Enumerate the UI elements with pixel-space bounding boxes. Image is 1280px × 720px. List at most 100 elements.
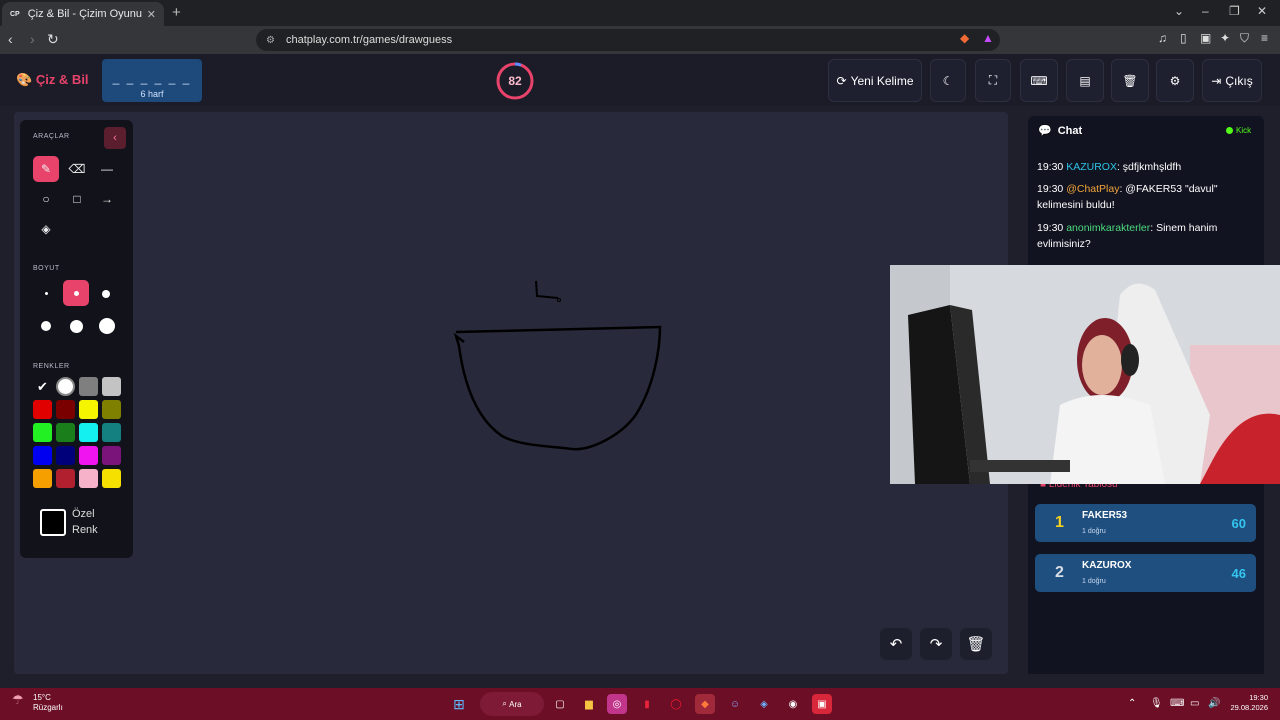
color-swatch[interactable]: ✔ xyxy=(33,377,52,396)
browser-tab[interactable]: CP Çiz & Bil - Çizim Oyunu ✕ xyxy=(2,2,164,26)
size-option-4[interactable] xyxy=(41,321,51,331)
media-icon[interactable]: ♫ xyxy=(1158,31,1167,45)
eraser-tool[interactable]: ⌫ xyxy=(64,156,90,182)
minimize-icon[interactable]: – xyxy=(1202,4,1209,18)
new-word-button[interactable]: ⟳ Yeni Kelime xyxy=(828,59,922,102)
redo-button[interactable]: ↷ xyxy=(920,628,952,660)
app-icon[interactable]: ▮ xyxy=(637,694,657,714)
eraser-icon: ⌫ xyxy=(68,162,86,176)
keyboard-button[interactable]: ⌨ xyxy=(1020,59,1058,102)
keyboard-icon: ⌨ xyxy=(1030,73,1048,88)
size-option-6[interactable] xyxy=(99,318,115,334)
arrow-tool[interactable]: → xyxy=(94,186,120,212)
brave-taskbar-icon[interactable]: ◆ xyxy=(695,694,715,714)
pen-tool[interactable]: ✎ xyxy=(33,156,59,182)
size-option-2[interactable] xyxy=(63,280,89,306)
color-swatch[interactable] xyxy=(102,400,121,419)
color-swatch[interactable] xyxy=(79,400,98,419)
opera-icon[interactable]: ◯ xyxy=(666,694,686,714)
brave-rewards-icon[interactable]: ▲ xyxy=(982,31,994,45)
leo-icon[interactable]: ✦ xyxy=(1220,31,1230,45)
forward-icon[interactable]: › xyxy=(30,31,35,47)
clear-canvas-button[interactable]: 🗑 xyxy=(960,628,992,660)
line-tool[interactable]: — xyxy=(94,156,120,182)
app2-icon[interactable]: ◈ xyxy=(754,694,774,714)
wallet-icon[interactable]: ▣ xyxy=(1200,31,1211,45)
fullscreen-button[interactable]: ⛶ xyxy=(975,59,1011,102)
word-mask: _ _ _ _ _ _ xyxy=(112,71,192,85)
menu-icon[interactable]: ≡ xyxy=(1261,31,1268,45)
color-swatch[interactable] xyxy=(56,469,75,488)
task-view-icon[interactable]: ▢ xyxy=(550,694,570,714)
file-explorer-icon[interactable]: ▆ xyxy=(579,694,599,714)
color-swatch[interactable] xyxy=(102,377,121,396)
settings-button[interactable]: ⚙ xyxy=(1156,59,1194,102)
tab-close-icon[interactable]: ✕ xyxy=(147,8,156,21)
instagram-icon[interactable]: ◎ xyxy=(607,694,627,714)
color-swatch[interactable] xyxy=(33,469,52,488)
message-user[interactable]: anonimkarakterler xyxy=(1066,222,1150,234)
back-icon[interactable]: ‹ xyxy=(8,31,13,47)
color-swatch[interactable] xyxy=(56,423,75,442)
custom-color-swatch[interactable] xyxy=(40,509,66,536)
tab-title: Çiz & Bil - Çizim Oyunu xyxy=(27,8,143,20)
color-swatch[interactable] xyxy=(79,423,98,442)
taskbar-search[interactable]: ⌕ Ara xyxy=(480,692,544,716)
size-option-1[interactable] xyxy=(45,292,48,295)
discord-icon[interactable]: ☺ xyxy=(725,694,745,714)
start-icon[interactable]: ⊞ xyxy=(449,694,469,714)
collapse-panel-button[interactable]: ‹ xyxy=(104,127,126,149)
rectangle-tool[interactable]: □ xyxy=(64,186,90,212)
weather-icon: ☂ xyxy=(12,692,24,707)
browser-tab-bar xyxy=(0,0,1280,26)
online-dot xyxy=(1226,127,1233,135)
logout-button[interactable]: ⇥ Çıkış xyxy=(1202,59,1262,102)
message-user[interactable]: @ChatPlay xyxy=(1066,183,1119,195)
color-swatch[interactable] xyxy=(102,423,121,442)
color-swatch[interactable] xyxy=(79,469,98,488)
restore-icon[interactable]: ❐ xyxy=(1229,4,1240,18)
brave-shield-icon[interactable]: ◆ xyxy=(960,31,969,45)
taskbar-clock[interactable]: 19:30 29.08.2026 xyxy=(1226,693,1268,713)
size-option-3[interactable] xyxy=(102,290,110,298)
new-tab-icon[interactable]: + xyxy=(172,4,181,21)
archive-button[interactable]: ▤ xyxy=(1066,59,1104,102)
tray-chevron-icon[interactable]: ⌃ xyxy=(1128,698,1136,709)
reload-icon[interactable]: ↻ xyxy=(47,31,59,48)
color-swatch[interactable] xyxy=(33,446,52,465)
color-swatch[interactable] xyxy=(102,446,121,465)
color-swatch[interactable] xyxy=(102,469,121,488)
obs-icon[interactable]: ◉ xyxy=(783,694,803,714)
fill-tool[interactable]: ◈ xyxy=(33,216,59,242)
color-swatch[interactable] xyxy=(33,400,52,419)
url-field[interactable]: ⚙ chatplay.com.tr/games/drawguess xyxy=(256,29,1000,51)
size-option-5[interactable] xyxy=(70,320,83,333)
network-icon[interactable]: ▭ xyxy=(1190,698,1199,709)
close-window-icon[interactable]: ✕ xyxy=(1257,4,1267,18)
vpn-icon[interactable]: ⛉ xyxy=(1240,31,1249,46)
color-swatch[interactable] xyxy=(79,446,98,465)
color-swatch[interactable] xyxy=(33,423,52,442)
timer-progress-arc xyxy=(514,62,522,67)
site-info-icon[interactable]: ⚙ xyxy=(266,35,275,46)
color-swatch[interactable] xyxy=(56,400,75,419)
color-swatch[interactable] xyxy=(79,377,98,396)
undo-button[interactable]: ↶ xyxy=(880,628,912,660)
color-swatch[interactable] xyxy=(56,446,75,465)
keyboard-tray-icon[interactable]: ⌨ xyxy=(1170,698,1184,709)
chat-message: 19:30 KAZUROX: şdfjkmhşldfh xyxy=(1037,159,1257,175)
message-user[interactable]: KAZUROX xyxy=(1066,161,1117,173)
color-swatch[interactable] xyxy=(56,377,75,396)
circle-tool[interactable]: ○ xyxy=(33,186,59,212)
clear-button[interactable]: 🗑 xyxy=(1111,59,1149,102)
microphone-icon[interactable]: 🎙 xyxy=(1150,698,1163,709)
sidebar-icon[interactable]: ▯ xyxy=(1180,31,1187,45)
tab-search-icon[interactable]: ⌄ xyxy=(1174,4,1184,18)
rank: 2 xyxy=(1055,564,1064,581)
app3-icon[interactable]: ▣ xyxy=(812,694,832,714)
dark-mode-button[interactable]: ☾ xyxy=(930,59,966,102)
webcam-overlay xyxy=(890,265,1280,484)
volume-icon[interactable]: 🔊 xyxy=(1208,698,1220,709)
weather-widget[interactable]: 15°C Rüzgarlı xyxy=(33,693,63,713)
app-logo[interactable]: 🎨 Çiz & Bil xyxy=(16,72,89,88)
